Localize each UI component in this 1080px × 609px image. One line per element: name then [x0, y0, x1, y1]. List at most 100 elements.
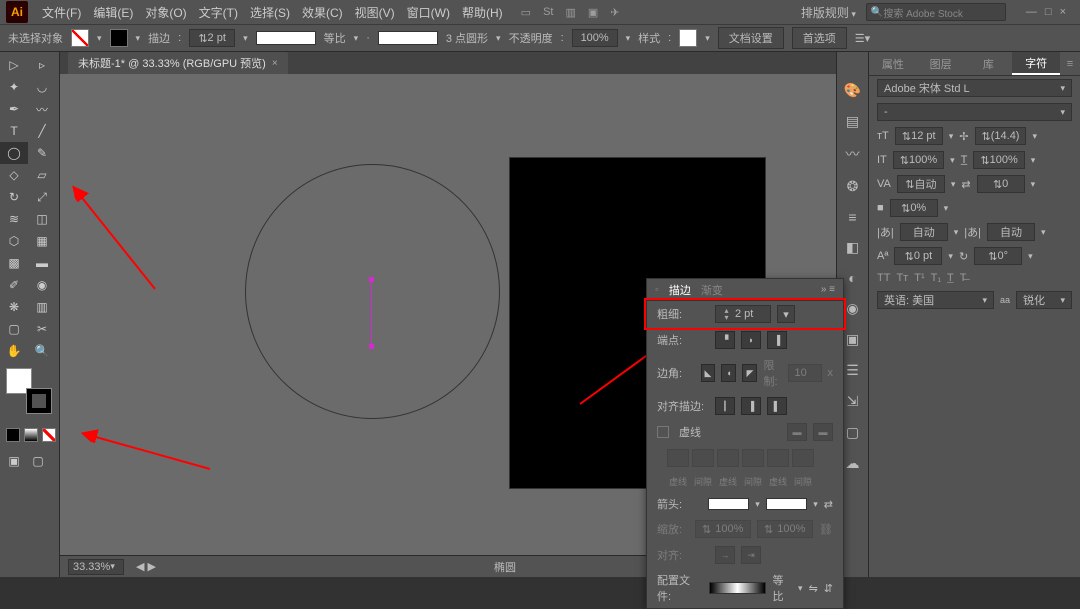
stroke-panel-menu-icon[interactable]: » ≡ — [821, 284, 835, 295]
gradient-panel-icon[interactable]: ◧ — [846, 239, 859, 256]
style-swatch[interactable] — [679, 29, 697, 47]
pen-tool[interactable]: ✒ — [0, 98, 28, 120]
menu-effect[interactable]: 效果(C) — [296, 4, 349, 21]
link-scale-icon[interactable]: ⛓ — [819, 523, 833, 536]
symbol-sprayer-tool[interactable]: ❋ — [0, 296, 28, 318]
tab-properties[interactable]: 属性 — [869, 52, 917, 75]
graphic-styles-panel-icon[interactable]: ▣ — [846, 331, 859, 348]
baseline-shift-field[interactable]: ⇅ 0 pt — [894, 247, 942, 265]
menu-edit[interactable]: 编辑(E) — [87, 4, 139, 21]
baseline-field[interactable]: ⇅ 0% — [890, 199, 938, 217]
asset-export-panel-icon[interactable]: ⇲ — [847, 393, 859, 410]
arrow-scale-start[interactable]: ⇅ 100% — [695, 520, 751, 538]
gap-field[interactable] — [692, 449, 714, 467]
tab-libraries[interactable]: 库 — [965, 52, 1013, 75]
swap-arrow-icon[interactable]: ⇄ — [824, 498, 833, 511]
libraries-panel-icon[interactable]: ☁ — [846, 455, 860, 472]
type-tool[interactable]: T — [0, 120, 28, 142]
direct-selection-tool[interactable]: ▹ — [28, 54, 56, 76]
brushes-panel-icon[interactable]: 〰 — [846, 144, 860, 164]
graph-tool[interactable]: ▥ — [28, 296, 56, 318]
gpu-icon[interactable]: ▣ — [588, 6, 598, 19]
artboard-tool[interactable]: ▢ — [0, 318, 28, 340]
subscript-icon[interactable]: T₁ — [931, 272, 941, 284]
window-max[interactable]: □ — [1045, 6, 1052, 18]
tab-character[interactable]: 字符 — [1012, 52, 1060, 75]
rocket-icon[interactable]: ✈ — [610, 6, 619, 19]
arrange-icon[interactable]: ▥ — [565, 6, 575, 19]
font-style-select[interactable]: - — [877, 103, 1072, 121]
fill-stroke-indicator[interactable] — [6, 368, 44, 406]
opacity-field[interactable]: 100% — [572, 29, 618, 47]
transparency-panel-icon[interactable]: ◐ — [848, 270, 856, 286]
align-stroke-center[interactable]: ┃ — [715, 397, 735, 415]
menu-type[interactable]: 文字(T) — [193, 4, 244, 21]
lasso-tool[interactable]: ◡ — [28, 76, 56, 98]
gap-field[interactable] — [792, 449, 814, 467]
stroke-panel-icon[interactable]: ≡ — [848, 209, 856, 225]
arrow-start-select[interactable] — [708, 498, 750, 510]
color-panel-icon[interactable]: 🎨 — [844, 82, 861, 99]
close-tab-icon[interactable]: × — [272, 58, 278, 69]
strikethrough-icon[interactable]: T̶ — [960, 272, 967, 284]
dash-field[interactable] — [767, 449, 789, 467]
paintbrush-tool[interactable]: ✎ — [28, 142, 56, 164]
brush-preview[interactable] — [378, 31, 438, 45]
bridge-icon[interactable]: ▭ — [521, 6, 531, 19]
hand-tool[interactable]: ✋ — [0, 340, 28, 362]
align-stroke-outside[interactable]: ▌ — [767, 397, 787, 415]
profile-preview[interactable] — [709, 582, 766, 594]
magic-wand-tool[interactable]: ✦ — [0, 76, 28, 98]
align-arrow-1[interactable]: → — [715, 546, 735, 564]
underline-icon[interactable]: T̲ — [947, 272, 954, 284]
width-tool[interactable]: ≋ — [0, 208, 28, 230]
hscale-field[interactable]: ⇅ 100% — [973, 151, 1024, 169]
stroke-indicator[interactable] — [26, 388, 52, 414]
screen-mode-full[interactable]: ▢ — [28, 452, 48, 470]
perspective-tool[interactable]: ▦ — [28, 230, 56, 252]
miter-limit-input[interactable]: 10 — [788, 364, 822, 382]
fill-swatch[interactable] — [71, 29, 89, 47]
font-family-select[interactable]: Adobe 宋体 Std L — [877, 79, 1072, 97]
eraser-tool[interactable]: ▱ — [28, 164, 56, 186]
menu-window[interactable]: 窗口(W) — [401, 4, 456, 21]
vscale-field[interactable]: ⇅ 100% — [893, 151, 944, 169]
superscript-icon[interactable]: T¹ — [914, 272, 924, 284]
dash-field[interactable] — [717, 449, 739, 467]
line-tool[interactable]: ╱ — [28, 120, 56, 142]
smallcaps-icon[interactable]: Tт — [896, 272, 908, 284]
curvature-tool[interactable]: 〰 — [28, 98, 56, 120]
stroke-weight-dropdown[interactable]: ▾ — [777, 305, 795, 323]
align-arrow-2[interactable]: ⇥ — [741, 546, 761, 564]
dash-align-1[interactable]: ▬ — [787, 423, 807, 441]
window-close[interactable]: × — [1060, 6, 1066, 18]
char-rotate-field[interactable]: ⇅ 0° — [974, 247, 1022, 265]
stroke-weight-input[interactable]: ▴▾2 pt — [715, 305, 771, 323]
gradient-mode-icon[interactable] — [24, 428, 38, 442]
corner-bevel[interactable]: ◤ — [742, 364, 757, 382]
gap-field[interactable] — [742, 449, 764, 467]
workspace-switcher[interactable]: 排版规则 — [801, 4, 856, 21]
menu-object[interactable]: 对象(O) — [139, 4, 192, 21]
panel-menu-icon[interactable]: ≡ — [1060, 52, 1080, 75]
font-size-field[interactable]: ⇅ 12 pt — [895, 127, 943, 145]
stroke-weight-field[interactable]: ⇅ 2 pt — [189, 29, 235, 47]
zoom-tool[interactable]: 🔍 — [28, 340, 56, 362]
cap-round[interactable]: ◗ — [741, 331, 761, 349]
ellipse-path[interactable] — [245, 164, 500, 419]
shaper-tool[interactable]: ◇ — [0, 164, 28, 186]
screen-mode-normal[interactable]: ▣ — [4, 452, 24, 470]
symbols-panel-icon[interactable]: ❂ — [847, 178, 859, 195]
appearance-panel-icon[interactable]: ◉ — [846, 300, 858, 317]
flip-profile-v-icon[interactable]: ⇵ — [824, 582, 833, 595]
scale-tool[interactable]: ⤢ — [28, 186, 56, 208]
stroke-panel-header[interactable]: ◦ 描边 渐变 » ≡ — [647, 279, 843, 301]
document-tab[interactable]: 未标题-1* @ 33.33% (RGB/GPU 预览) × — [68, 52, 288, 74]
gradient-tool[interactable]: ▬ — [28, 252, 56, 274]
stroke-profile-preview[interactable] — [256, 31, 316, 45]
leading-field[interactable]: ⇅ (14.4) — [975, 127, 1027, 145]
artboard-nav[interactable]: ◀ ▶ — [136, 560, 156, 573]
menu-help[interactable]: 帮助(H) — [456, 4, 509, 21]
preferences-button[interactable]: 首选项 — [792, 27, 847, 49]
kerning-field[interactable]: ⇅ 自动 — [897, 175, 945, 193]
